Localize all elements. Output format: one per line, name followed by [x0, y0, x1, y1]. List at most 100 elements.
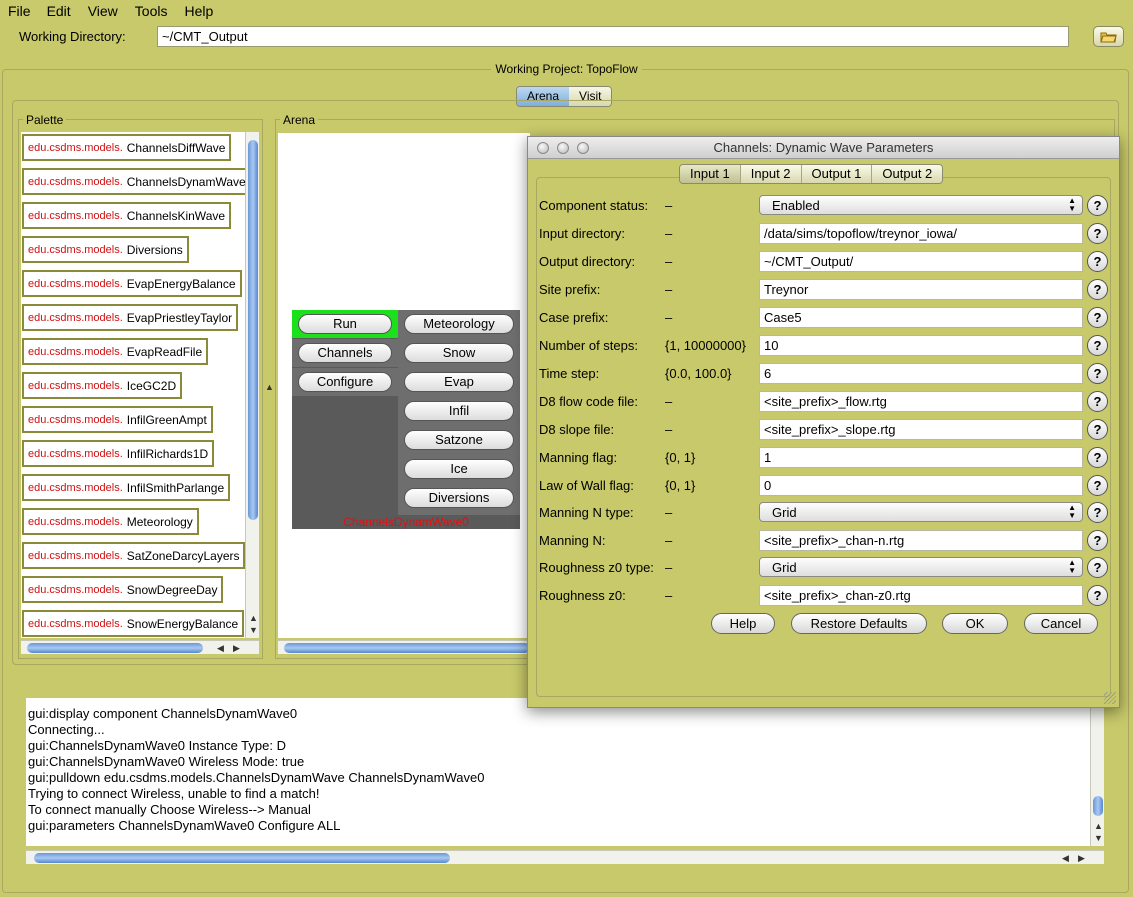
- help-icon[interactable]: ?: [1087, 195, 1108, 216]
- dialog-titlebar[interactable]: Channels: Dynamic Wave Parameters: [528, 137, 1119, 159]
- channels-button[interactable]: Channels: [298, 343, 392, 363]
- help-icon[interactable]: ?: [1087, 502, 1108, 523]
- console-vertical-scroll-thumb[interactable]: [1093, 796, 1103, 816]
- snow-port-button[interactable]: Snow: [404, 343, 514, 363]
- palette-item[interactable]: edu.csdms.models. SnowEnergyBalance: [22, 610, 245, 637]
- scroll-right-icon[interactable]: ▶: [1078, 852, 1085, 864]
- meteorology-port-button[interactable]: Meteorology: [404, 314, 514, 334]
- resize-grip-icon[interactable]: [1104, 692, 1116, 704]
- case-prefix-field[interactable]: Case5: [759, 307, 1083, 328]
- menu-edit[interactable]: Edit: [39, 0, 79, 22]
- palette-horizontal-scroll-thumb[interactable]: [27, 643, 203, 653]
- time-step-field[interactable]: 6: [759, 363, 1083, 384]
- help-icon[interactable]: ?: [1087, 419, 1108, 440]
- help-icon[interactable]: ?: [1087, 530, 1108, 551]
- palette-item[interactable]: edu.csdms.models. ChannelsDiffWave: [22, 134, 232, 161]
- manning-n-field[interactable]: <site_prefix>_chan-n.rtg: [759, 530, 1083, 551]
- palette-item[interactable]: edu.csdms.models. InfilRichards1D: [22, 440, 215, 467]
- manning-n-type-select[interactable]: Grid ▲ ▼: [759, 502, 1083, 522]
- scroll-down-icon[interactable]: ▼: [1094, 832, 1103, 844]
- palette-item-prefix: edu.csdms.models.: [28, 549, 123, 562]
- output-directory-field[interactable]: ~/CMT_Output/: [759, 251, 1083, 272]
- component-widget[interactable]: Run Channels Configure Meteorology Snow …: [292, 310, 520, 529]
- palette-item[interactable]: edu.csdms.models. EvapPriestleyTaylor: [22, 304, 239, 331]
- component-status-select[interactable]: Enabled ▲ ▼: [759, 195, 1083, 215]
- palette-vertical-scroll-thumb[interactable]: [248, 140, 258, 520]
- palette-item[interactable]: edu.csdms.models. ChannelsDynamWave: [22, 168, 246, 195]
- palette-item[interactable]: edu.csdms.models. EvapEnergyBalance: [22, 270, 242, 297]
- tab-input-2[interactable]: Input 2: [740, 165, 802, 183]
- ok-button[interactable]: OK: [942, 613, 1008, 634]
- help-icon[interactable]: ?: [1087, 251, 1108, 272]
- palette-horizontal-scrollbar[interactable]: ◀ ▶: [21, 640, 259, 654]
- tab-output-1[interactable]: Output 1: [801, 165, 873, 183]
- roughness-z0-type-select[interactable]: Grid ▲ ▼: [759, 557, 1083, 577]
- scroll-up-icon[interactable]: ▲: [249, 612, 258, 624]
- evap-port-button[interactable]: Evap: [404, 372, 514, 392]
- browse-folder-button[interactable]: [1093, 26, 1124, 47]
- palette-item[interactable]: edu.csdms.models. Diversions: [22, 236, 189, 263]
- help-icon[interactable]: ?: [1087, 335, 1108, 356]
- palette-item[interactable]: edu.csdms.models. EvapReadFile: [22, 338, 209, 365]
- d8-slope-file-field[interactable]: <site_prefix>_slope.rtg: [759, 419, 1083, 440]
- diversions-port-button[interactable]: Diversions: [404, 488, 514, 508]
- console-output[interactable]: gui:display component ChannelsDynamWave0…: [26, 698, 1090, 846]
- splitter-arrow-icon[interactable]: ▲: [265, 381, 274, 393]
- param-label: Number of steps:: [539, 338, 638, 353]
- palette-item[interactable]: edu.csdms.models. SatZoneDarcyLayers: [22, 542, 246, 569]
- palette-item[interactable]: edu.csdms.models. SnowDegreeDay: [22, 576, 224, 603]
- roughness-z0-field[interactable]: <site_prefix>_chan-z0.rtg: [759, 585, 1083, 606]
- tab-input-1[interactable]: Input 1: [680, 165, 741, 183]
- arena-horizontal-scroll-thumb[interactable]: [284, 643, 530, 653]
- law-of-wall-flag-field[interactable]: 0: [759, 475, 1083, 496]
- palette-item-prefix: edu.csdms.models.: [28, 345, 123, 358]
- console-vertical-scrollbar[interactable]: ▲ ▼: [1090, 698, 1104, 846]
- menu-file[interactable]: File: [0, 0, 39, 22]
- help-icon[interactable]: ?: [1087, 557, 1108, 578]
- palette-item[interactable]: edu.csdms.models. Meteorology: [22, 508, 199, 535]
- configure-button[interactable]: Configure: [298, 372, 392, 392]
- d8-flow-code-file-field[interactable]: <site_prefix>_flow.rtg: [759, 391, 1083, 412]
- menu-view[interactable]: View: [79, 0, 126, 22]
- run-button[interactable]: Run: [298, 314, 392, 334]
- cancel-button[interactable]: Cancel: [1024, 613, 1098, 634]
- infil-port-button[interactable]: Infil: [404, 401, 514, 421]
- restore-defaults-button[interactable]: Restore Defaults: [791, 613, 927, 634]
- ice-port-button[interactable]: Ice: [404, 459, 514, 479]
- console-horizontal-scrollbar[interactable]: ◀ ▶: [26, 850, 1104, 864]
- scroll-up-icon[interactable]: ▲: [1094, 820, 1103, 832]
- palette-item[interactable]: edu.csdms.models. ChannelsKinWave: [22, 202, 232, 229]
- help-icon[interactable]: ?: [1087, 223, 1108, 244]
- help-icon[interactable]: ?: [1087, 279, 1108, 300]
- help-icon[interactable]: ?: [1087, 475, 1108, 496]
- help-icon[interactable]: ?: [1087, 391, 1108, 412]
- input-directory-field[interactable]: /data/sims/topoflow/treynor_iowa/: [759, 223, 1083, 244]
- palette-item[interactable]: edu.csdms.models. InfilSmithParlange: [22, 474, 231, 501]
- site-prefix-field[interactable]: Treynor: [759, 279, 1083, 300]
- arena-horizontal-scrollbar[interactable]: [278, 640, 530, 654]
- param-range: {0, 1}: [665, 478, 696, 493]
- scroll-down-icon[interactable]: ▼: [249, 624, 258, 636]
- scroll-left-icon[interactable]: ◀: [1062, 852, 1069, 864]
- manning-flag-field[interactable]: 1: [759, 447, 1083, 468]
- number-of-steps-field[interactable]: 10: [759, 335, 1083, 356]
- console-horizontal-scroll-thumb[interactable]: [34, 853, 450, 863]
- help-icon[interactable]: ?: [1087, 585, 1108, 606]
- help-icon[interactable]: ?: [1087, 447, 1108, 468]
- palette-item[interactable]: edu.csdms.models. InfilGreenAmpt: [22, 406, 213, 433]
- scroll-left-icon[interactable]: ◀: [217, 642, 224, 654]
- menu-help[interactable]: Help: [175, 0, 221, 22]
- scroll-right-icon[interactable]: ▶: [233, 642, 240, 654]
- working-directory-input[interactable]: ~/CMT_Output: [157, 26, 1069, 47]
- help-button[interactable]: Help: [711, 613, 775, 634]
- param-row-case-prefix: Case prefix: – Case5 ?: [539, 307, 1109, 329]
- help-icon[interactable]: ?: [1087, 307, 1108, 328]
- satzone-port-button[interactable]: Satzone: [404, 430, 514, 450]
- param-label: D8 slope file:: [539, 422, 615, 437]
- palette-item[interactable]: edu.csdms.models. IceGC2D: [22, 372, 183, 399]
- menu-tools[interactable]: Tools: [126, 0, 176, 22]
- palette-item-prefix: edu.csdms.models.: [28, 413, 123, 426]
- palette-vertical-scrollbar[interactable]: ▲ ▼: [245, 132, 259, 638]
- help-icon[interactable]: ?: [1087, 363, 1108, 384]
- tab-output-2[interactable]: Output 2: [872, 165, 943, 183]
